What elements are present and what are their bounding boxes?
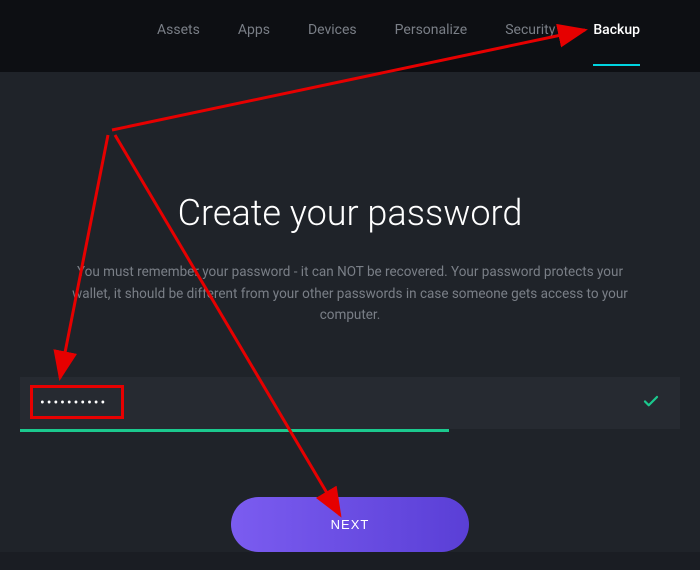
password-warning-text: You must remember your password - it can… <box>60 262 640 327</box>
main-content: Create your password You must remember y… <box>0 72 700 552</box>
password-input-container <box>20 377 680 432</box>
page-title: Create your password <box>60 192 640 234</box>
tab-security[interactable]: Security <box>505 22 555 66</box>
password-input[interactable] <box>20 377 680 429</box>
tab-backup[interactable]: Backup <box>593 22 640 66</box>
tab-assets[interactable]: Assets <box>157 22 200 66</box>
tab-apps[interactable]: Apps <box>238 22 270 66</box>
tab-devices[interactable]: Devices <box>308 22 357 66</box>
tab-personalize[interactable]: Personalize <box>395 22 468 66</box>
checkmark-icon <box>642 393 660 416</box>
next-button[interactable]: NEXT <box>231 497 470 552</box>
tabs-nav: Assets Apps Devices Personalize Security… <box>0 0 700 72</box>
password-strength-bar <box>20 429 449 432</box>
